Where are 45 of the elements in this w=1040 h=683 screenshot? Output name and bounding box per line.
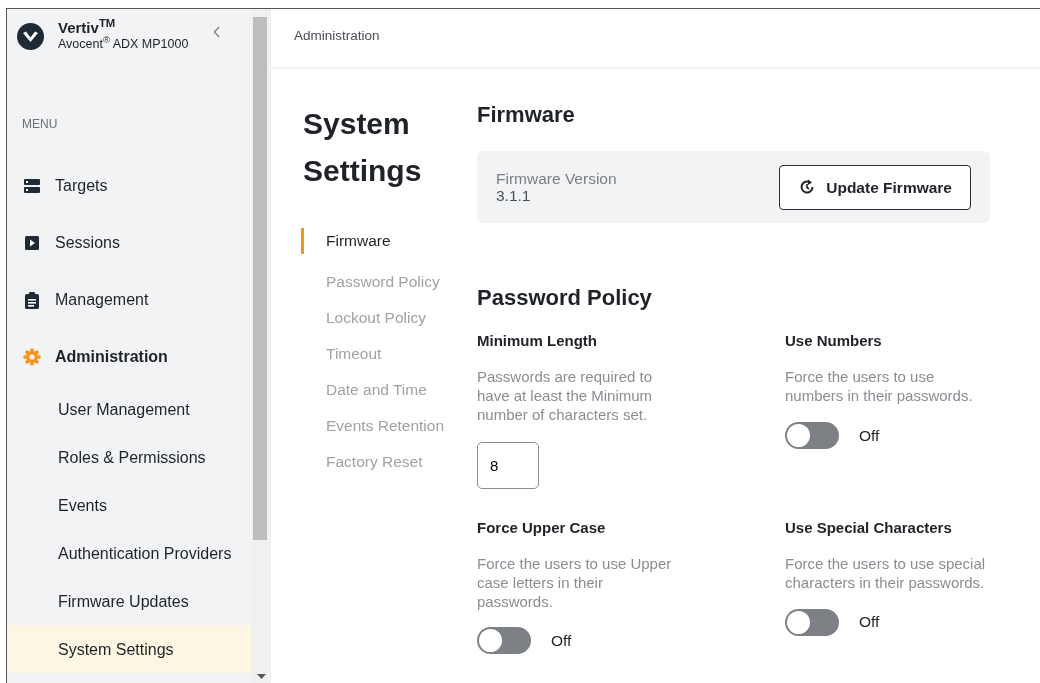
setting-description: Force the users to use special characters in their passwords. [785,555,987,593]
toggle-state: Off [551,631,572,652]
setting-title: Use Special Characters [785,517,953,538]
setting-description: Passwords are required to have at least the Minimum number of characters set. [477,368,654,425]
brand-name: Vertiv$^{TM}$ [58,20,117,36]
setting-title: Use Numbers [785,330,883,351]
update-firmware-button[interactable]: Update Firmware [779,164,971,210]
version-value: 3.1.1 [496,187,532,205]
section-heading: Password Policy [477,285,653,312]
nav-subitem[interactable]: Roles & Permissions [7,433,251,481]
logo-icon [17,23,44,50]
toggle-state: Off [859,425,880,446]
clipboard-icon [23,290,41,309]
setting-description: Force the users to use numbers in their passwords. [785,368,974,406]
version-label: Firmware Version [496,170,617,188]
nav-subitem[interactable]: Firmware Updates [7,577,251,625]
scroll-down-icon[interactable] [257,674,266,679]
toggle-switch[interactable] [785,421,839,449]
section-heading: Firmware [477,102,576,129]
breadcrumb: Administration [294,28,380,43]
menu-label: MENU [21,116,59,133]
setting-title: Force Upper Case [477,517,607,538]
play-icon [23,233,41,252]
server-icon [23,176,41,195]
nav-subitem[interactable]: Events [7,481,251,529]
product-name: Avocent$^{®}$ ADX MP1000 [58,36,189,52]
setting-description: Force the users to use Upper case letters in their passwords. [477,555,673,612]
nav-subitem[interactable]: System Settings [7,625,251,673]
scrollbar-thumb[interactable] [253,17,267,540]
section-link[interactable]: Firmware [301,228,391,254]
number-field[interactable]: 8 [477,441,539,489]
nav-item[interactable]: Management [7,271,251,328]
nav-item[interactable]: Sessions [7,214,251,271]
nav-item[interactable]: Administration [7,328,251,385]
nav-subitem[interactable]: Authentication Providers [7,529,251,577]
nav-subitem[interactable]: User Management [7,385,251,433]
setting-title: Minimum Length [477,330,598,351]
toggle-state: Off [859,612,880,633]
nav-item[interactable]: Targets [7,157,251,214]
page-title: System Settings [303,106,423,189]
toggle-switch[interactable] [785,608,839,636]
gear-icon [23,347,41,366]
scrollbar[interactable] [251,9,271,683]
collapse-icon[interactable] [213,26,221,38]
toggle-switch[interactable] [477,627,531,655]
